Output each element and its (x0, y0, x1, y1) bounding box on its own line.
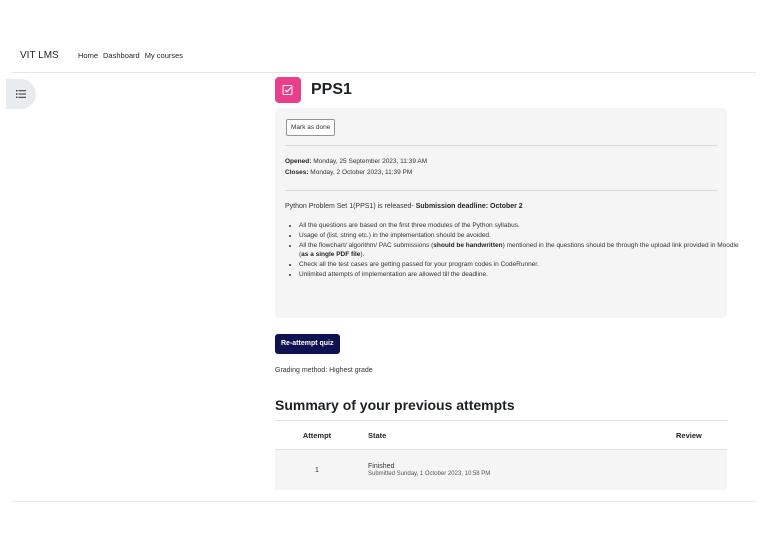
submission-deadline: Submission deadline: October 2 (415, 203, 523, 210)
submitted-date: Submitted Sunday, 1 October 2023, 10:58 … (368, 471, 491, 477)
divider (285, 145, 717, 146)
list-item-bold: should be handwritten (433, 241, 503, 249)
grading-method: Grading method: Highest grade (275, 367, 373, 374)
course-index-toggle-button[interactable] (6, 79, 36, 109)
activity-header: PPS1 (275, 77, 352, 103)
attempt-number: 1 (275, 449, 359, 490)
column-state: State (359, 420, 675, 450)
footer-divider (12, 501, 756, 502)
review-cell (675, 449, 727, 490)
activity-dates: Opened: Monday, 25 September 2023, 11:39… (285, 157, 427, 178)
table-header-row: Attempt State Review (275, 420, 727, 450)
nav-dashboard-link[interactable]: Dashboard (103, 51, 140, 60)
list-icon (16, 90, 26, 98)
list-item-bold: as a single PDF file (301, 251, 361, 259)
nav-home-link[interactable]: Home (78, 51, 98, 60)
opened-date: Monday, 25 September 2023, 11:39 AM (313, 158, 428, 165)
state-text: Finished (368, 463, 395, 470)
activity-information-panel: Mark as done Opened: Monday, 25 Septembe… (275, 108, 739, 318)
table-row: 1 Finished Submitted Sunday, 1 October 2… (275, 449, 727, 490)
summary-heading: Summary of your previous attempts (275, 397, 515, 413)
instructions-list: All the questions are based on the first… (285, 221, 739, 280)
closes-label: Closes: (285, 168, 309, 176)
site-brand[interactable]: VIT LMS (20, 50, 59, 61)
intro-text-plain: Python Problem Set 1(PPS1) is released- (285, 203, 416, 210)
mark-as-done-button[interactable]: Mark as done (286, 119, 336, 136)
opened-label: Opened: (285, 158, 312, 165)
intro-text: Python Problem Set 1(PPS1) is released- … (285, 203, 523, 210)
attempt-state: Finished Submitted Sunday, 1 October 202… (359, 449, 675, 490)
assignment-check-icon (275, 77, 301, 103)
attempts-table: Attempt State Review 1 Finished Submitte… (275, 420, 727, 490)
primary-navigation: Home Dashboard My courses (78, 51, 183, 60)
column-attempt: Attempt (275, 420, 359, 450)
top-navbar: VIT LMS Home Dashboard My courses (0, 0, 768, 73)
reattempt-quiz-button[interactable]: Re-attempt quiz (275, 334, 340, 354)
divider (285, 190, 717, 191)
page-title: PPS1 (311, 81, 352, 98)
list-item: Usage of (list, string etc.) in the impl… (299, 231, 739, 241)
list-item-text: ). (360, 251, 365, 259)
list-item: Unlimited attempts of implementation are… (299, 270, 739, 280)
list-item: Check all the test cases are getting pas… (299, 260, 739, 270)
list-item: All the flowchart/ algorithm/ PAC submis… (299, 241, 739, 261)
header-divider (12, 72, 756, 73)
list-item: All the questions are based on the first… (299, 221, 739, 231)
closes-date: Monday, 2 October 2023, 11:39 PM (310, 168, 413, 176)
nav-my-courses-link[interactable]: My courses (145, 51, 183, 60)
column-review: Review (675, 420, 727, 450)
list-item-text: All the flowchart/ algorithm/ PAC submis… (299, 241, 434, 249)
